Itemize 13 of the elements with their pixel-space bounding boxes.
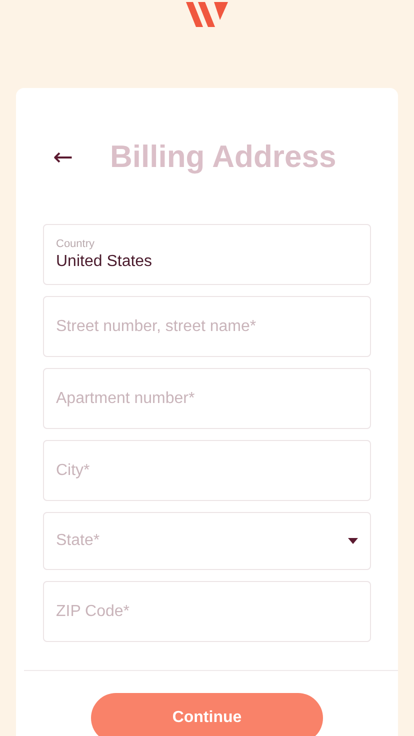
caret-icon <box>348 538 358 544</box>
input-field[interactable]: Apartment number* <box>43 368 371 429</box>
field-value: United States <box>56 253 152 271</box>
page-title: Billing Address <box>110 139 336 175</box>
back-button[interactable]: ← <box>53 145 93 169</box>
continue-button[interactable]: Continue <box>91 693 323 736</box>
logo-icon <box>184 0 230 30</box>
input-field[interactable]: ZIP Code* <box>43 581 371 642</box>
field-label: Country <box>56 238 96 250</box>
state-dropdown[interactable]: State* <box>43 512 371 570</box>
country-field[interactable]: Country United States <box>43 224 371 285</box>
input-field[interactable]: City* <box>43 440 371 501</box>
input-field[interactable]: Street number, street name* <box>43 296 371 357</box>
